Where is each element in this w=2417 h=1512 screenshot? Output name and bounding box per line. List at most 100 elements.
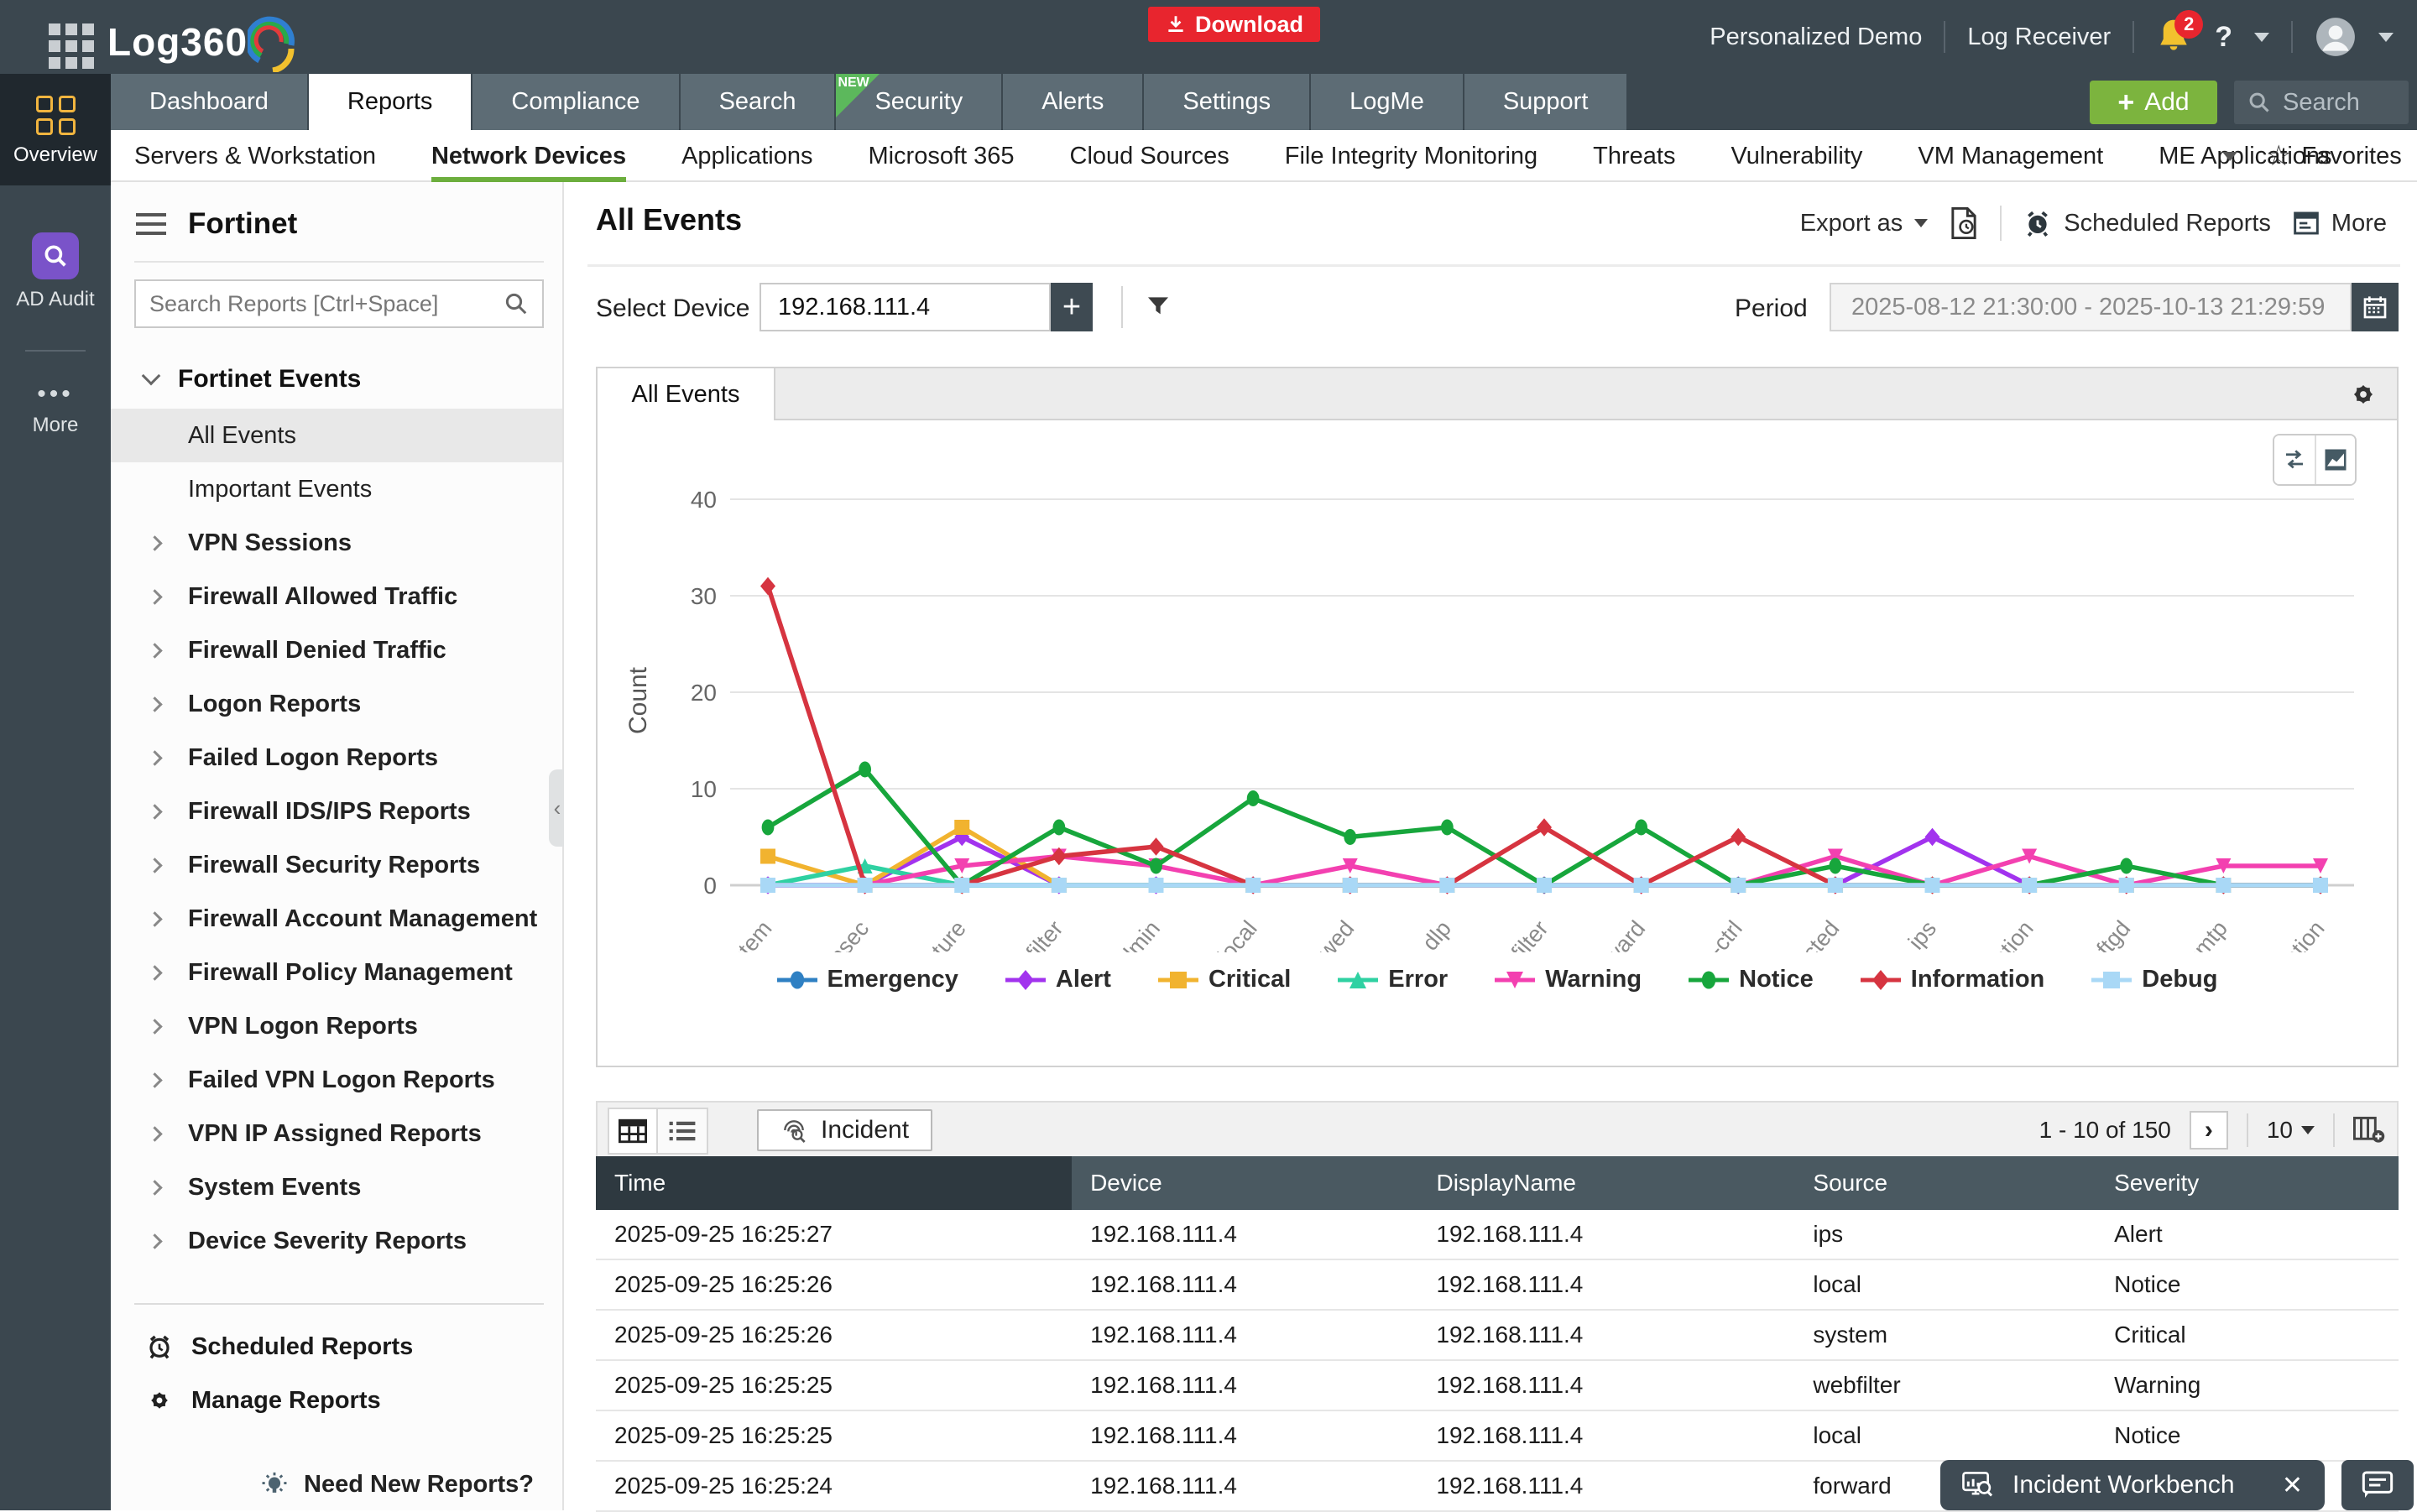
sidebar-item-firewall-account-management[interactable]: Firewall Account Management — [111, 892, 562, 946]
nav-tab-alerts[interactable]: Alerts — [1003, 74, 1144, 130]
sidebar-item-firewall-denied-traffic[interactable]: Firewall Denied Traffic — [111, 623, 562, 677]
add-device-button[interactable]: + — [1051, 283, 1093, 331]
subnav-item-microsoft-365[interactable]: Microsoft 365 — [868, 130, 1014, 182]
app-grid-icon[interactable] — [49, 23, 96, 69]
more-button[interactable]: More — [2293, 210, 2387, 237]
table-view-button[interactable] — [609, 1109, 658, 1153]
sidebar-scheduled-reports[interactable]: Scheduled Reports — [111, 1320, 562, 1374]
table-row[interactable]: 2025-09-25 16:25:25192.168.111.4192.168.… — [596, 1361, 2399, 1411]
workbench-close-icon[interactable]: ✕ — [2282, 1471, 2303, 1500]
add-button[interactable]: + Add — [2090, 81, 2217, 124]
legend-item-information[interactable]: Information — [1861, 966, 2045, 993]
sidebar-item-firewall-security-reports[interactable]: Firewall Security Reports — [111, 838, 562, 892]
incident-fingerprint-icon — [780, 1117, 807, 1144]
sidebar-item-failed-logon-reports[interactable]: Failed Logon Reports — [111, 731, 562, 785]
device-input[interactable] — [760, 283, 1051, 331]
subnav-item-cloud-sources[interactable]: Cloud Sources — [1070, 130, 1229, 182]
user-menu-caret-icon[interactable] — [2378, 33, 2394, 42]
list-view-button[interactable] — [658, 1109, 707, 1153]
rail-item-overview[interactable]: Overview — [0, 74, 111, 185]
chart-tab-all-events[interactable]: All Events — [598, 368, 775, 420]
sidebar-item-vpn-logon-reports[interactable]: VPN Logon Reports — [111, 999, 562, 1053]
nav-tab-dashboard[interactable]: Dashboard — [111, 74, 309, 130]
subnav-item-vm-management[interactable]: VM Management — [1918, 130, 2103, 182]
nav-tab-search[interactable]: Search — [681, 74, 837, 130]
column-header-time[interactable]: Time — [596, 1156, 1072, 1210]
sidebar-item-system-events[interactable]: System Events — [111, 1160, 562, 1214]
favorites-button[interactable]: ☆ Favorites — [2266, 130, 2402, 182]
column-header-source[interactable]: Source — [1794, 1156, 2096, 1210]
table-row[interactable]: 2025-09-25 16:25:26192.168.111.4192.168.… — [596, 1311, 2399, 1361]
report-search-box[interactable] — [134, 279, 544, 328]
sidebar-item-important-events[interactable]: Important Events — [111, 462, 562, 516]
table-row[interactable]: 2025-09-25 16:25:26192.168.111.4192.168.… — [596, 1260, 2399, 1311]
legend-item-notice[interactable]: Notice — [1689, 966, 1814, 993]
subnav-item-network-devices[interactable]: Network Devices — [431, 130, 626, 182]
add-column-icon[interactable] — [2353, 1116, 2385, 1144]
subnav-item-file-integrity-monitoring[interactable]: File Integrity Monitoring — [1285, 130, 1537, 182]
sidebar-item-firewall-allowed-traffic[interactable]: Firewall Allowed Traffic — [111, 570, 562, 623]
chart-settings-gear-icon[interactable] — [2348, 379, 2378, 414]
download-button[interactable]: Download — [1148, 7, 1320, 42]
sidebar-item-all-events[interactable]: All Events — [111, 409, 562, 462]
log-receiver-link[interactable]: Log Receiver — [1967, 23, 2111, 51]
sidebar-item-firewall-ids-ips-reports[interactable]: Firewall IDS/IPS Reports — [111, 785, 562, 838]
table-row[interactable]: 2025-09-25 16:25:25192.168.111.4192.168.… — [596, 1411, 2399, 1462]
subnav-item-applications[interactable]: Applications — [681, 130, 812, 182]
legend-item-critical[interactable]: Critical — [1158, 966, 1291, 993]
nav-tab-settings[interactable]: Settings — [1144, 74, 1311, 130]
sidebar-collapse-handle[interactable]: ‹ — [549, 769, 566, 847]
legend-item-alert[interactable]: Alert — [1005, 966, 1111, 993]
chat-button[interactable] — [2341, 1460, 2414, 1510]
sidebar-menu-icon[interactable] — [136, 213, 166, 235]
column-header-displayname[interactable]: DisplayName — [1417, 1156, 1794, 1210]
nav-tab-logme[interactable]: LogMe — [1311, 74, 1464, 130]
legend-item-emergency[interactable]: Emergency — [777, 966, 958, 993]
global-search-input[interactable] — [2283, 89, 2392, 117]
sidebar-item-label: Firewall IDS/IPS Reports — [188, 798, 471, 826]
incident-button[interactable]: Incident — [757, 1109, 932, 1151]
column-header-device[interactable]: Device — [1072, 1156, 1417, 1210]
page-size-select[interactable]: 10 — [2267, 1117, 2315, 1144]
report-search-input[interactable] — [149, 291, 504, 317]
sidebar-item-firewall-policy-management[interactable]: Firewall Policy Management — [111, 946, 562, 999]
subnav-item-servers-workstation[interactable]: Servers & Workstation — [134, 130, 376, 182]
sidebar-item-failed-vpn-logon-reports[interactable]: Failed VPN Logon Reports — [111, 1053, 562, 1107]
nav-tab-reports[interactable]: Reports — [309, 74, 473, 130]
nav-tab-security[interactable]: NEWSecurity — [836, 74, 1003, 130]
notifications-bell-icon[interactable]: 2 — [2156, 17, 2193, 57]
sidebar-group-fortinet-events[interactable]: Fortinet Events — [111, 340, 562, 409]
sidebar-manage-reports[interactable]: Manage Reports — [111, 1374, 562, 1427]
legend-item-error[interactable]: Error — [1338, 966, 1448, 993]
personalized-demo-link[interactable]: Personalized Demo — [1710, 23, 1922, 51]
more-categories-button[interactable] — [2222, 150, 2237, 165]
need-new-reports-button[interactable]: Need New Reports? — [260, 1470, 534, 1499]
period-input[interactable] — [1830, 283, 2352, 331]
incident-workbench-bar[interactable]: Incident Workbench ✕ — [1940, 1460, 2325, 1510]
legend-item-debug[interactable]: Debug — [2091, 966, 2217, 993]
export-as-button[interactable]: Export as — [1800, 210, 1929, 237]
filter-icon[interactable] — [1145, 293, 1172, 324]
user-avatar[interactable] — [2315, 16, 2357, 58]
help-button[interactable]: ? — [2215, 21, 2232, 54]
global-search[interactable] — [2234, 81, 2409, 124]
sidebar-item-vpn-sessions[interactable]: VPN Sessions — [111, 516, 562, 570]
table-row[interactable]: 2025-09-25 16:25:27192.168.111.4192.168.… — [596, 1210, 2399, 1260]
calendar-button[interactable] — [2352, 283, 2399, 331]
sidebar-item-device-severity-reports[interactable]: Device Severity Reports — [111, 1214, 562, 1268]
rail-item-more[interactable]: ••• More — [0, 380, 111, 437]
subnav-item-threats[interactable]: Threats — [1593, 130, 1675, 182]
column-header-severity[interactable]: Severity — [2096, 1156, 2399, 1210]
next-page-button[interactable]: › — [2190, 1111, 2228, 1150]
export-schedule-icon[interactable] — [1950, 207, 1978, 239]
legend-item-warning[interactable]: Warning — [1495, 966, 1642, 993]
help-caret-icon[interactable] — [2254, 33, 2269, 42]
nav-tab-compliance[interactable]: Compliance — [472, 74, 680, 130]
nav-tab-support[interactable]: Support — [1464, 74, 1629, 130]
scheduled-reports-button[interactable]: Scheduled Reports — [2023, 209, 2271, 237]
sidebar-item-vpn-ip-assigned-reports[interactable]: VPN IP Assigned Reports — [111, 1107, 562, 1160]
subnav-item-vulnerability[interactable]: Vulnerability — [1731, 130, 1862, 182]
events-line-chart[interactable]: 010203040Countsystemipsecsignaturewebfil… — [604, 449, 2383, 952]
rail-item-ad-audit[interactable]: AD Audit — [0, 232, 111, 311]
sidebar-item-logon-reports[interactable]: Logon Reports — [111, 677, 562, 731]
